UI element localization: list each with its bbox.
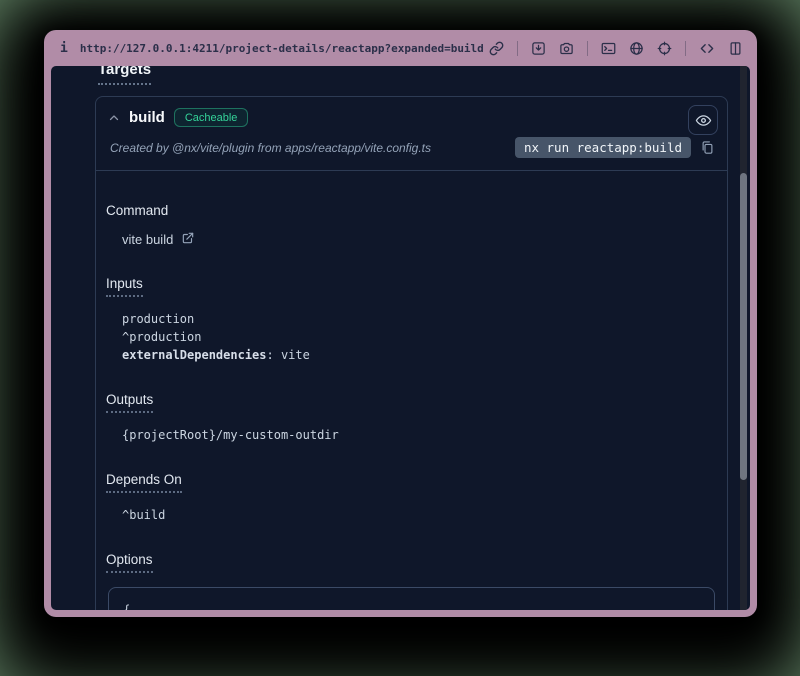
input-dep-value: vite bbox=[281, 348, 310, 362]
json-open-brace: { bbox=[123, 601, 700, 610]
options-json-block: { "cwd": "apps/reactapp" } bbox=[108, 587, 715, 610]
target-card-build: build Cacheable Created by @nx/vite/plug… bbox=[95, 96, 728, 610]
copy-command-button[interactable] bbox=[700, 140, 715, 155]
split-panel-icon[interactable] bbox=[728, 41, 743, 56]
crosshair-icon[interactable] bbox=[657, 41, 672, 56]
run-command-chip[interactable]: nx run reactapp:build bbox=[515, 137, 691, 158]
created-by-text: Created by @nx/vite/plugin from apps/rea… bbox=[110, 141, 515, 155]
toolbar-divider bbox=[587, 41, 588, 56]
options-heading: Options bbox=[106, 552, 153, 573]
link-icon[interactable] bbox=[489, 41, 504, 56]
camera-icon[interactable] bbox=[559, 41, 574, 56]
copy-icon bbox=[700, 140, 715, 155]
inputs-heading: Inputs bbox=[106, 276, 143, 297]
inputs-list: production ^production externalDependenc… bbox=[122, 310, 715, 364]
input-item: ^production bbox=[122, 328, 715, 346]
scrollbar-thumb[interactable] bbox=[740, 173, 747, 480]
depends-on-heading: Depends On bbox=[106, 472, 182, 493]
targets-heading: Targets bbox=[98, 66, 151, 85]
chevron-up-icon[interactable] bbox=[108, 112, 120, 124]
eye-icon bbox=[695, 112, 712, 129]
toolbar-divider bbox=[517, 41, 518, 56]
browser-window: i http://127.0.0.1:4211/project-details/… bbox=[44, 30, 757, 617]
outputs-heading: Outputs bbox=[106, 392, 153, 413]
info-icon: i bbox=[60, 41, 68, 56]
url-bar[interactable]: http://127.0.0.1:4211/project-details/re… bbox=[80, 42, 489, 55]
input-dep-sep: : bbox=[267, 348, 281, 362]
build-card-body: Command vite build Inputs production ^pr… bbox=[96, 171, 727, 610]
input-dep-key: externalDependencies bbox=[122, 348, 267, 362]
build-card-subheader: Created by @nx/vite/plugin from apps/rea… bbox=[96, 127, 727, 171]
external-link-icon[interactable] bbox=[181, 231, 195, 248]
toolbar-divider bbox=[685, 41, 686, 56]
globe-icon[interactable] bbox=[629, 41, 644, 56]
scrollbar-track[interactable] bbox=[740, 66, 747, 610]
code-icon[interactable] bbox=[699, 41, 715, 56]
browser-titlebar: i http://127.0.0.1:4211/project-details/… bbox=[44, 30, 757, 66]
input-item: production bbox=[122, 310, 715, 328]
build-card-header[interactable]: build Cacheable bbox=[96, 97, 727, 127]
depends-on-item: ^build bbox=[122, 506, 715, 524]
cacheable-badge: Cacheable bbox=[174, 108, 249, 127]
depends-on-list: ^build bbox=[122, 506, 715, 524]
target-name: build bbox=[129, 109, 165, 126]
save-screenshot-icon[interactable] bbox=[531, 41, 546, 56]
command-text: vite build bbox=[122, 232, 173, 247]
terminal-icon[interactable] bbox=[601, 41, 616, 56]
input-item: externalDependencies: vite bbox=[122, 346, 715, 364]
view-in-graph-button[interactable] bbox=[688, 105, 718, 135]
page-content: Targets build Cacheable Created by @nx/v… bbox=[51, 66, 750, 610]
outputs-list: {projectRoot}/my-custom-outdir bbox=[122, 426, 715, 444]
command-heading: Command bbox=[106, 203, 168, 218]
output-item: {projectRoot}/my-custom-outdir bbox=[122, 426, 715, 444]
command-value: vite build bbox=[122, 231, 715, 248]
